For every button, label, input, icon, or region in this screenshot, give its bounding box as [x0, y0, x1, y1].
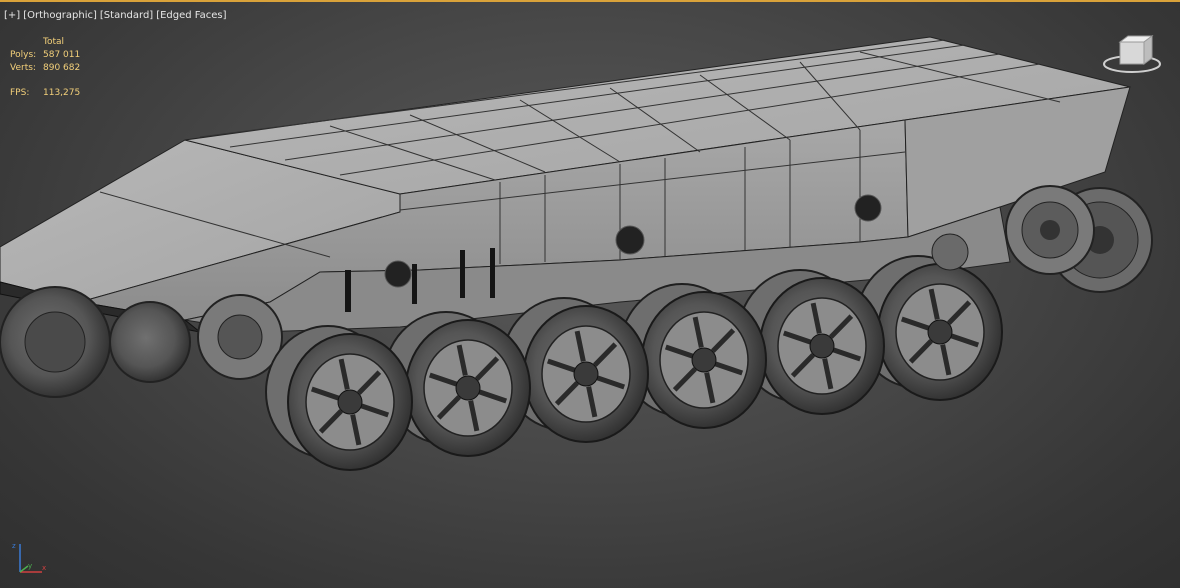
- drive-sprocket: [1005, 185, 1153, 293]
- viewport-perspective[interactable]: [+] [Orthographic] [Standard] [Edged Fac…: [0, 0, 1180, 588]
- svg-text:y: y: [28, 562, 32, 570]
- svg-text:x: x: [42, 564, 46, 572]
- axis-tripod-icon: z y x: [12, 542, 46, 573]
- viewcube-icon[interactable]: [1100, 32, 1164, 80]
- return-roller: [931, 233, 969, 271]
- tank-hull-mesh[interactable]: [0, 2, 1180, 588]
- svg-text:z: z: [12, 542, 16, 550]
- left-partial-wheels: [0, 286, 283, 398]
